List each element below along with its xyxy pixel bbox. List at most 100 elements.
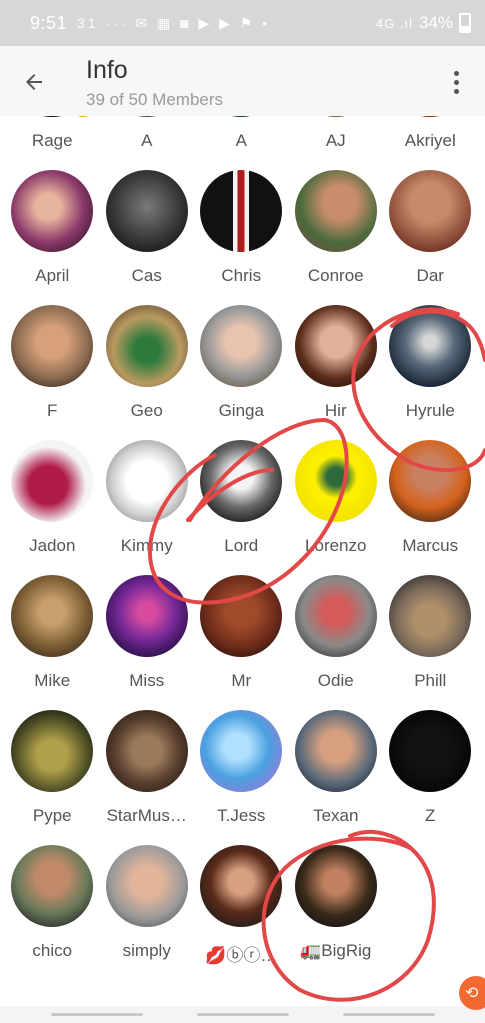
floating-action-button[interactable]: ⟲ — [459, 976, 485, 1010]
avatar[interactable] — [294, 116, 377, 117]
member-name: Ginga — [218, 401, 264, 420]
avatar-container — [389, 710, 472, 792]
member-name: Texan — [313, 806, 359, 825]
avatar-container — [294, 845, 377, 927]
member-row: April Cas Chris Conroe Dar — [0, 170, 485, 305]
avatar[interactable] — [389, 305, 472, 387]
avatar[interactable] — [11, 305, 94, 387]
member-item[interactable]: Lord — [194, 440, 289, 575]
member-name: Geo — [130, 401, 163, 420]
member-item[interactable]: A — [100, 116, 195, 170]
member-item[interactable]: Marcus — [383, 440, 478, 575]
avatar-container — [11, 170, 94, 252]
member-item[interactable]: Lorenzo — [289, 440, 384, 575]
member-item[interactable]: Hir — [289, 305, 384, 440]
avatar[interactable] — [389, 440, 472, 522]
avatar[interactable] — [105, 305, 188, 387]
avatar-container: ♛ — [11, 116, 98, 119]
avatar[interactable] — [389, 170, 472, 252]
member-item[interactable]: Akriyel — [383, 116, 478, 170]
member-item[interactable]: Texan — [289, 710, 384, 845]
avatar[interactable] — [11, 845, 94, 927]
avatar[interactable] — [200, 710, 283, 792]
member-item[interactable]: A — [194, 116, 289, 170]
crown-icon: ♛ — [69, 116, 98, 119]
member-item[interactable]: Phill — [383, 575, 478, 710]
avatar-container — [105, 710, 188, 792]
member-item[interactable]: AJ — [289, 116, 384, 170]
avatar[interactable] — [105, 845, 188, 927]
member-item[interactable]: Mr — [194, 575, 289, 710]
member-item[interactable]: T.Jess — [194, 710, 289, 845]
member-item[interactable]: Hyrule — [383, 305, 478, 440]
member-item[interactable]: Jadon — [5, 440, 100, 575]
member-item[interactable]: simply — [100, 845, 195, 980]
avatar[interactable] — [11, 440, 94, 522]
member-item[interactable]: 💋ⓑⓡ… — [194, 845, 289, 980]
avatar[interactable] — [294, 575, 377, 657]
avatar-container — [294, 305, 377, 387]
battery-percent: 34% — [418, 13, 453, 32]
back-button[interactable] — [14, 62, 54, 102]
avatar[interactable] — [105, 170, 188, 252]
avatar[interactable] — [105, 710, 188, 792]
member-item[interactable]: Z — [383, 710, 478, 845]
avatar[interactable] — [389, 116, 472, 117]
member-count: 39 of 50 Members — [86, 90, 224, 109]
member-grid[interactable]: ♛ Rage A A AJ Akriyel April Cas Chris Conroe Dar F G… — [0, 116, 485, 1006]
member-item[interactable]: Conroe — [289, 170, 384, 305]
member-name: Pype — [32, 806, 72, 825]
member-item[interactable]: Geo — [100, 305, 195, 440]
avatar[interactable] — [11, 710, 94, 792]
member-item[interactable]: StarMus… — [100, 710, 195, 845]
member-item[interactable]: Odie — [289, 575, 384, 710]
avatar[interactable] — [105, 116, 188, 117]
member-item[interactable]: Miss — [100, 575, 195, 710]
member-item[interactable]: Chris — [194, 170, 289, 305]
member-item[interactable]: Ginga — [194, 305, 289, 440]
avatar-container — [105, 116, 188, 117]
member-name: Conroe — [307, 266, 364, 285]
avatar[interactable] — [200, 845, 283, 927]
avatar-container — [105, 575, 188, 657]
avatar[interactable] — [200, 440, 283, 522]
avatar-container — [200, 440, 283, 522]
member-row: F Geo Ginga Hir Hyrule — [0, 305, 485, 440]
avatar[interactable] — [200, 305, 283, 387]
avatar[interactable] — [200, 575, 283, 657]
avatar[interactable] — [294, 440, 377, 522]
avatar[interactable] — [294, 845, 377, 927]
avatar[interactable] — [200, 170, 283, 252]
member-item[interactable]: ♛ Rage — [5, 116, 100, 170]
avatar[interactable] — [294, 305, 377, 387]
more-options-button[interactable] — [441, 64, 471, 100]
avatar[interactable] — [389, 710, 472, 792]
avatar[interactable] — [389, 575, 472, 657]
member-item[interactable]: Mike — [5, 575, 100, 710]
avatar[interactable] — [11, 170, 94, 252]
member-item[interactable]: chico — [5, 845, 100, 980]
avatar[interactable] — [105, 575, 188, 657]
member-item[interactable]: Pype — [5, 710, 100, 845]
dot-icon — [453, 70, 459, 76]
member-grid-content: ♛ Rage A A AJ Akriyel April Cas Chris Conroe Dar F G… — [0, 116, 485, 980]
member-item[interactable]: F — [5, 305, 100, 440]
member-name: Odie — [317, 671, 354, 690]
avatar[interactable] — [294, 710, 377, 792]
avatar-container — [200, 710, 283, 792]
avatar[interactable] — [200, 116, 283, 117]
gesture-hint — [342, 1013, 435, 1016]
notification-icons: 31 ··· ✉ ▦ ◙ ▶ ▶ ⚑ • — [77, 14, 271, 31]
member-item[interactable]: Kimmy — [100, 440, 195, 575]
member-item[interactable]: Cas — [100, 170, 195, 305]
avatar[interactable] — [105, 440, 188, 522]
member-item[interactable]: Dar — [383, 170, 478, 305]
member-name: Cas — [131, 266, 162, 285]
member-item[interactable]: 🚛BigRig — [289, 845, 384, 980]
member-row: Jadon Kimmy Lord Lorenzo Marcus — [0, 440, 485, 575]
avatar[interactable] — [11, 575, 94, 657]
avatar[interactable] — [294, 170, 377, 252]
member-name: Lord — [224, 536, 259, 555]
member-item[interactable]: April — [5, 170, 100, 305]
member-name: 💋ⓑⓡ… — [205, 946, 278, 965]
